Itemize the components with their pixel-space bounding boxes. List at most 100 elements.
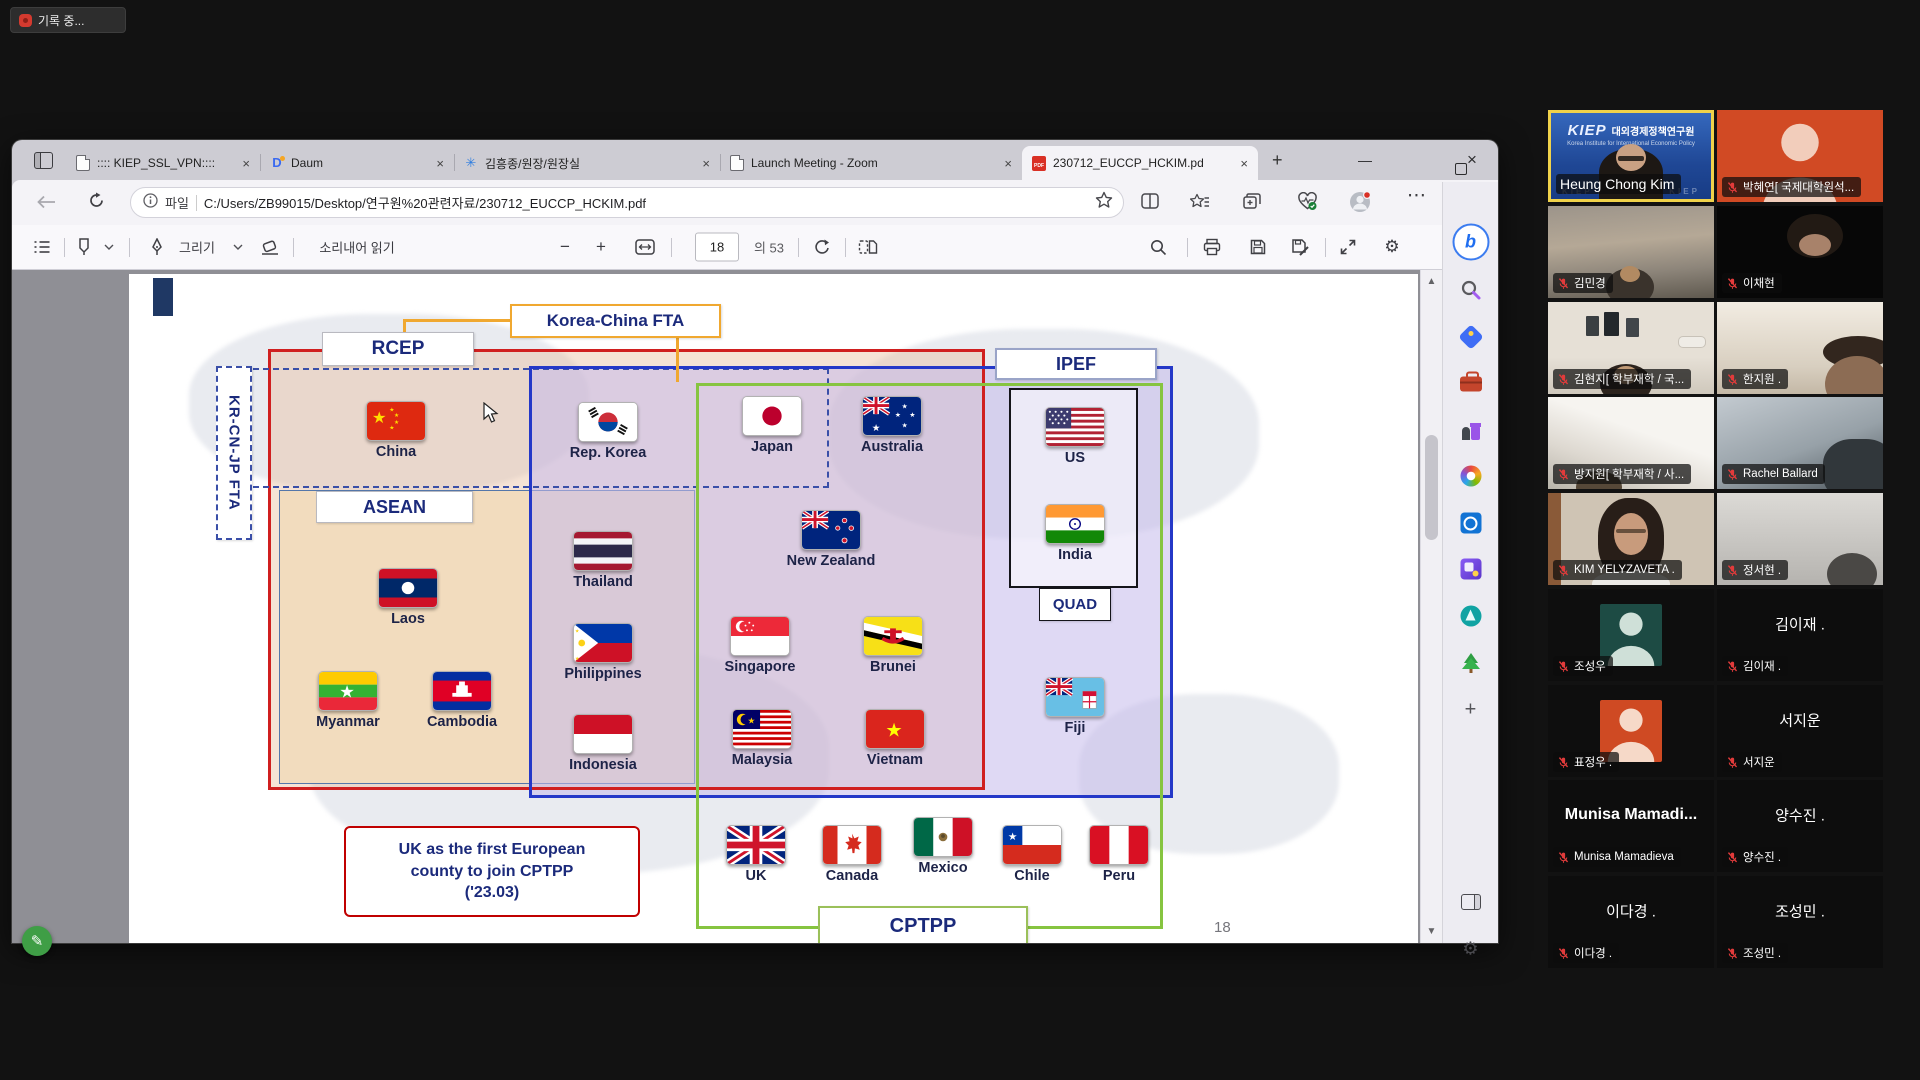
- settings-more-icon[interactable]: ⋯: [1407, 184, 1426, 207]
- participant-tile[interactable]: 김현지[ 학부재학 / 국...: [1548, 302, 1714, 394]
- window-minimize-button[interactable]: —: [1350, 148, 1380, 172]
- participant-name-chip: 조성우: [1553, 656, 1613, 676]
- tab-title: 230712_EUCCP_HCKIM.pd: [1053, 156, 1231, 170]
- participant-name-chip: Rachel Ballard: [1722, 464, 1825, 484]
- shopping-icon[interactable]: [1462, 328, 1480, 346]
- site-info-icon[interactable]: [143, 193, 158, 213]
- browser-essentials-icon[interactable]: [1297, 192, 1318, 216]
- participant-name-chip: 김민경: [1553, 273, 1613, 293]
- address-bar[interactable]: 파일 C:/Users/ZB99015/Desktop/연구원%20관련자료/2…: [130, 187, 1124, 218]
- expand-icon[interactable]: [1340, 239, 1357, 256]
- window-maximize-button[interactable]: [1403, 148, 1433, 172]
- new-tab-button[interactable]: +: [1272, 150, 1283, 171]
- eraser-icon[interactable]: [261, 239, 279, 256]
- refresh-icon[interactable]: [88, 192, 105, 214]
- participant-tile[interactable]: KIEP대외경제정책연구원 Korea Institute for Intern…: [1548, 110, 1714, 202]
- participant-tile[interactable]: 서지운서지운: [1717, 685, 1883, 777]
- page-view-icon[interactable]: [859, 239, 878, 255]
- outlook-icon[interactable]: [1460, 513, 1481, 534]
- print-icon[interactable]: [1203, 239, 1221, 256]
- participant-tile[interactable]: 이채현: [1717, 206, 1883, 298]
- asterisk-icon: ✳: [464, 156, 478, 170]
- browser-tab[interactable]: :::: KIEP_SSL_VPN::::×: [66, 146, 260, 180]
- tab-close-icon[interactable]: ×: [1002, 156, 1014, 171]
- sidebar-toggle-icon[interactable]: [1461, 894, 1481, 910]
- bing-copilot-icon[interactable]: b: [1452, 224, 1489, 261]
- page-number-input[interactable]: [695, 233, 739, 262]
- recording-indicator[interactable]: 기록 중...: [10, 7, 126, 33]
- participant-tile[interactable]: 김이재 .김이재 .: [1717, 589, 1883, 681]
- participant-name-chip: 표정우 .: [1553, 752, 1619, 772]
- save-as-icon[interactable]: [1291, 238, 1309, 256]
- browser-tab[interactable]: DDaum×: [260, 146, 454, 180]
- pdf-search-icon[interactable]: [1149, 238, 1167, 256]
- scroll-down-icon[interactable]: ▼: [1421, 926, 1442, 937]
- participant-tile[interactable]: 조성민 .조성민 .: [1717, 876, 1883, 968]
- search-icon[interactable]: [1460, 279, 1482, 301]
- tab-close-icon[interactable]: ×: [240, 156, 252, 171]
- drop-icon[interactable]: [1460, 606, 1481, 627]
- mic-muted-icon: [1557, 947, 1570, 960]
- microsoft-365-icon[interactable]: [1460, 466, 1481, 487]
- participant-tile[interactable]: 한지원 .: [1717, 302, 1883, 394]
- designer-icon[interactable]: [1460, 559, 1481, 580]
- draw-pen-icon[interactable]: [149, 238, 165, 256]
- browser-tab[interactable]: 230712_EUCCP_HCKIM.pd ×: [1022, 146, 1258, 180]
- favorite-star-icon[interactable]: [1095, 191, 1113, 214]
- participant-center-name: Munisa Mamadi...: [1548, 806, 1714, 824]
- tools-icon[interactable]: [1460, 377, 1482, 392]
- tab-close-icon[interactable]: ×: [1238, 156, 1250, 171]
- zoom-out-icon[interactable]: −: [560, 237, 570, 257]
- tab-title: 김흥종/원장/원장실: [485, 155, 693, 172]
- participant-tile[interactable]: 조성우: [1548, 589, 1714, 681]
- draw-label[interactable]: 그리기: [179, 238, 215, 257]
- participant-tile[interactable]: 박혜연[ 국제대학원석...: [1717, 110, 1883, 202]
- pdf-settings-icon[interactable]: ⚙: [1384, 237, 1399, 257]
- window-close-button[interactable]: ×: [1457, 148, 1487, 172]
- back-icon[interactable]: [36, 194, 56, 215]
- country-my: ★ Malaysia: [707, 709, 817, 768]
- participant-tile[interactable]: 정서현 .: [1717, 493, 1883, 585]
- participant-tile[interactable]: Munisa Mamadi...Munisa Mamadieva: [1548, 780, 1714, 872]
- participant-tile[interactable]: 표정우 .: [1548, 685, 1714, 777]
- read-aloud-button[interactable]: 소리내어 읽기: [319, 238, 394, 257]
- draw-chevron-icon[interactable]: [233, 244, 243, 250]
- split-screen-icon[interactable]: [1141, 193, 1159, 214]
- favorites-icon[interactable]: [1190, 193, 1210, 216]
- country-label: Fiji: [1020, 720, 1130, 736]
- games-icon[interactable]: [1460, 420, 1482, 440]
- participant-tile[interactable]: 방지원[ 학부재학 / 사...: [1548, 397, 1714, 489]
- annotate-pencil-button[interactable]: ✎: [22, 926, 52, 956]
- highlighter-chevron-icon[interactable]: [104, 244, 114, 250]
- toc-icon[interactable]: [34, 239, 51, 256]
- add-icon[interactable]: +: [1465, 699, 1477, 722]
- participant-tile[interactable]: 양수진 .양수진 .: [1717, 780, 1883, 872]
- highlighter-icon[interactable]: [76, 238, 92, 256]
- browser-tab[interactable]: ✳ 김흥종/원장/원장실 ×: [454, 146, 720, 180]
- participant-tile[interactable]: Rachel Ballard: [1717, 397, 1883, 489]
- participant-tile[interactable]: 이다경 .이다경 .: [1548, 876, 1714, 968]
- tab-close-icon[interactable]: ×: [700, 156, 712, 171]
- rotate-icon[interactable]: [814, 239, 831, 256]
- edge-sidebar-rail: b+⚙: [1442, 182, 1498, 943]
- save-icon[interactable]: [1250, 239, 1267, 256]
- fit-width-icon[interactable]: [635, 239, 655, 255]
- browser-tab[interactable]: Launch Meeting - Zoom×: [720, 146, 1022, 180]
- mic-muted-icon: [1726, 947, 1739, 960]
- vertical-scrollbar[interactable]: ▲ ▼: [1420, 270, 1442, 943]
- participant-tile[interactable]: KIM YELYZAVETA .: [1548, 493, 1714, 585]
- tab-actions-icon[interactable]: [34, 152, 53, 169]
- settings-icon[interactable]: ⚙: [1462, 939, 1478, 960]
- collections-icon[interactable]: [1243, 193, 1261, 214]
- tab-close-icon[interactable]: ×: [434, 156, 446, 171]
- zoom-in-icon[interactable]: +: [596, 237, 606, 257]
- profile-avatar[interactable]: [1349, 191, 1371, 218]
- scroll-up-icon[interactable]: ▲: [1421, 276, 1442, 287]
- uk-cptpp-note: UK as the first European county to join …: [344, 826, 640, 917]
- scrollbar-thumb[interactable]: [1425, 435, 1438, 540]
- participant-name-chip: 정서현 .: [1722, 560, 1788, 580]
- participant-tile[interactable]: 김민경: [1548, 206, 1714, 298]
- grow-icon[interactable]: [1460, 651, 1482, 673]
- svg-text:★: ★: [339, 682, 355, 702]
- country-label: Indonesia: [548, 757, 658, 773]
